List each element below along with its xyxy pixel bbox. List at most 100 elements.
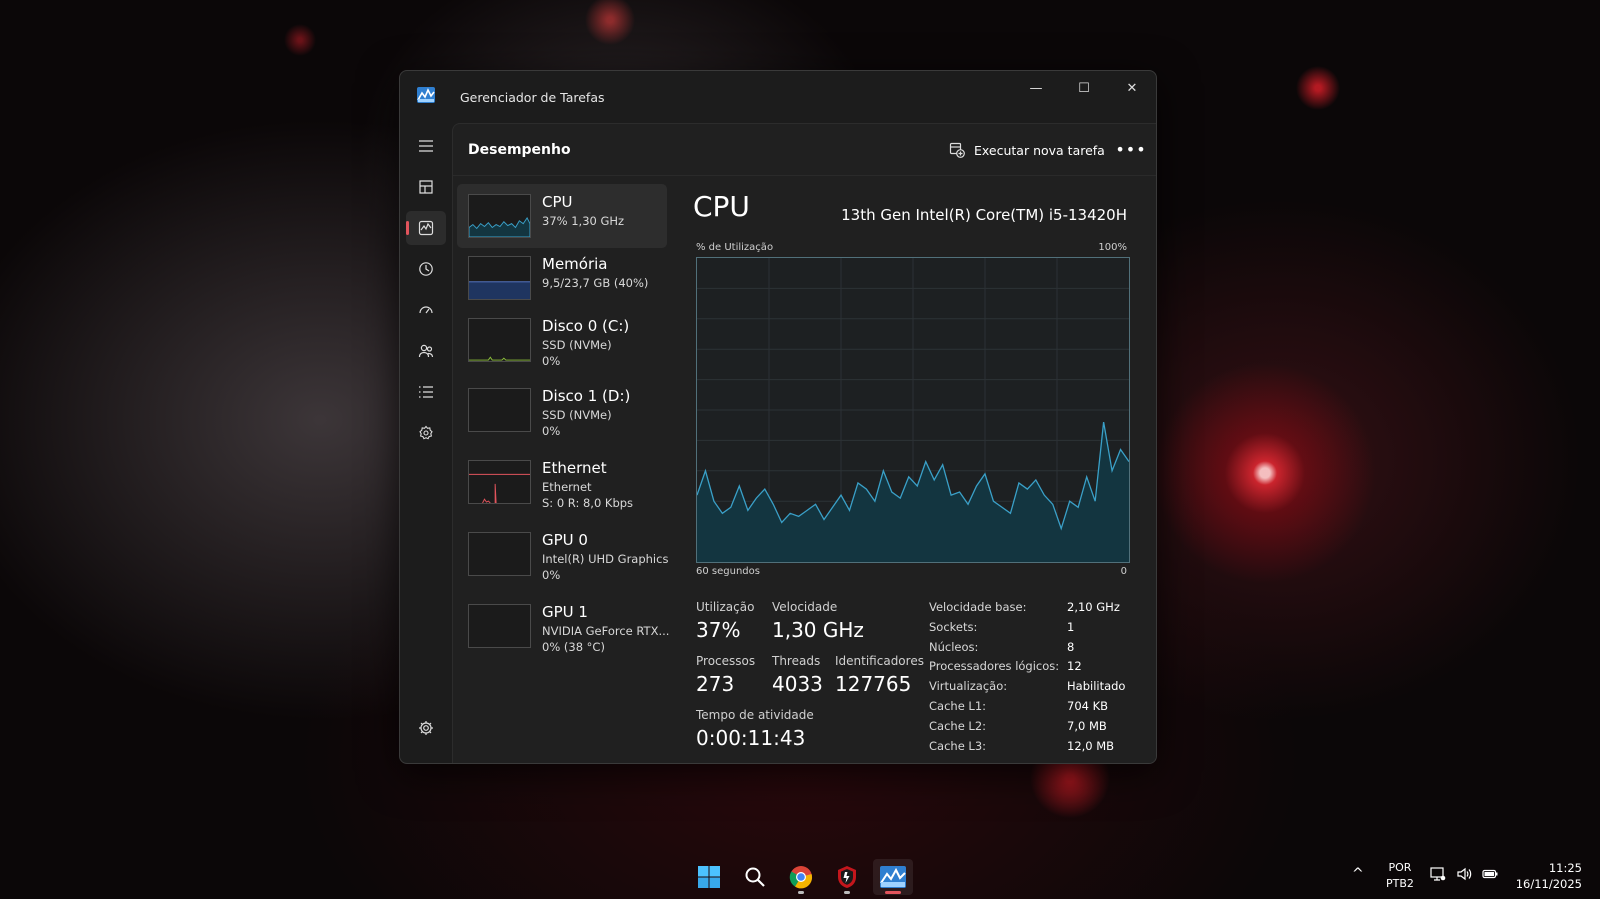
cpu-model: 13th Gen Intel(R) Core(TM) i5-13420H xyxy=(841,206,1127,224)
device-detail-line1: Intel(R) UHD Graphics xyxy=(542,552,669,566)
graph-label-utilization: % de Utilização xyxy=(696,242,774,253)
graph-label-max: 100% xyxy=(1098,242,1127,253)
app-history-icon xyxy=(419,262,433,276)
stat-threads: 4033 xyxy=(772,672,823,696)
nav-settings-button[interactable] xyxy=(406,711,446,745)
device-item-mem-ria[interactable]: Memória 9,5/23,7 GB (40%) xyxy=(457,246,667,310)
device-thumbnail-graph xyxy=(468,460,531,504)
stat-speed: 1,30 GHz xyxy=(772,618,864,642)
run-new-task-button[interactable]: Executar nova tarefa xyxy=(949,139,1105,161)
clock-time: 11:25 xyxy=(1548,861,1582,875)
spec-label: Cache L3: xyxy=(929,738,987,753)
taskbar-task-manager-button[interactable] xyxy=(873,859,913,895)
stat-label-handles: Identificadores xyxy=(835,654,924,668)
cpu-graph-svg xyxy=(697,258,1129,562)
nav-startup-apps-button[interactable] xyxy=(406,293,446,327)
device-item-disco-1-d[interactable]: Disco 1 (D:) SSD (NVMe) 0% xyxy=(457,378,667,442)
window-title: Gerenciador de Tarefas xyxy=(460,90,605,105)
device-detail-line2: 0% xyxy=(542,424,561,438)
device-item-gpu-1[interactable]: GPU 1 NVIDIA GeForce RTX... 0% (38 °C) xyxy=(457,594,670,658)
stat-label-utilization: Utilização xyxy=(696,600,755,614)
device-thumbnail-graph xyxy=(468,256,531,300)
device-name: CPU xyxy=(542,193,573,211)
title-bar[interactable]: Gerenciador de Tarefas — ☐ ✕ xyxy=(400,71,1156,123)
startup-apps-icon xyxy=(419,306,433,314)
spec-label: Núcleos: xyxy=(929,639,979,654)
more-options-button[interactable]: ••• xyxy=(1115,138,1145,160)
device-item-gpu-0[interactable]: GPU 0 Intel(R) UHD Graphics 0% xyxy=(457,522,669,586)
task-manager-app-icon xyxy=(417,87,435,103)
device-item-ethernet[interactable]: Ethernet Ethernet S: 0 R: 8,0 Kbps xyxy=(457,450,667,514)
device-name: Disco 1 (D:) xyxy=(542,387,631,405)
device-thumbnail-graph xyxy=(468,194,531,238)
cpu-title: CPU xyxy=(693,190,750,223)
spec-value: 2,10 GHz xyxy=(1067,600,1120,614)
maximize-button[interactable]: ☐ xyxy=(1060,71,1108,105)
system-tray[interactable] xyxy=(1430,866,1498,882)
minimize-button[interactable]: — xyxy=(1012,71,1060,105)
spec-label: Cache L2: xyxy=(929,718,987,733)
performance-icon xyxy=(418,220,434,236)
hamburger-menu-icon xyxy=(419,140,433,152)
nav-details-button[interactable] xyxy=(406,375,446,409)
users-icon xyxy=(418,344,434,358)
stat-label-uptime: Tempo de atividade xyxy=(696,708,814,722)
stat-label-speed: Velocidade xyxy=(772,600,838,614)
nav-users-button[interactable] xyxy=(406,334,446,368)
active-indicator xyxy=(885,891,901,894)
processes-icon xyxy=(419,180,433,194)
details-icon xyxy=(419,386,433,398)
stat-label-threads: Threads xyxy=(772,654,821,668)
navigation-rail xyxy=(400,123,452,763)
device-detail-line1: Ethernet xyxy=(542,480,592,494)
taskbar-shield-app-button[interactable] xyxy=(827,859,867,895)
start-button[interactable] xyxy=(689,859,729,895)
cpu-utilization-graph[interactable] xyxy=(696,257,1130,563)
device-detail-line1: 37% 1,30 GHz xyxy=(542,214,625,228)
input-language-indicator[interactable]: POR PTB2 xyxy=(1386,860,1414,892)
spec-value: 12 xyxy=(1067,659,1082,674)
close-button[interactable]: ✕ xyxy=(1108,71,1156,105)
spec-label: Cache L1: xyxy=(929,699,987,713)
content-area: Desempenho Executar nova tarefa ••• CPU 3… xyxy=(452,123,1156,763)
device-thumbnail-graph xyxy=(468,388,531,432)
taskbar-search-button[interactable] xyxy=(735,859,775,895)
device-name: GPU 1 xyxy=(542,603,588,621)
gear-icon xyxy=(419,721,433,735)
battery-icon xyxy=(1482,869,1498,879)
spec-value: Habilitado xyxy=(1067,679,1126,694)
spec-label: Virtualização: xyxy=(929,679,1008,694)
running-indicator xyxy=(844,891,850,894)
nav-performance-button[interactable] xyxy=(406,211,446,245)
clock[interactable]: 11:25 16/11/2025 xyxy=(1512,860,1582,892)
close-icon: ✕ xyxy=(1126,80,1138,96)
device-thumbnail-graph xyxy=(468,532,531,576)
device-detail-line1: SSD (NVMe) xyxy=(542,408,612,422)
spec-label: Processadores lógicos: xyxy=(929,659,1060,674)
show-hidden-icons-button[interactable]: ^ xyxy=(1352,866,1364,882)
device-item-cpu[interactable]: CPU 37% 1,30 GHz xyxy=(457,184,667,248)
services-icon xyxy=(419,425,433,440)
device-name: Disco 0 (C:) xyxy=(542,317,630,335)
spec-value: 12,0 MB xyxy=(1067,738,1115,753)
device-detail-line1: NVIDIA GeForce RTX... xyxy=(542,624,670,638)
device-name: Ethernet xyxy=(542,459,607,477)
more-options-icon: ••• xyxy=(1115,139,1147,159)
nav-services-button[interactable] xyxy=(406,416,446,450)
nav-app-history-button[interactable] xyxy=(406,252,446,286)
nav-hamburger-button[interactable] xyxy=(406,129,446,163)
device-detail-line2: 0% (38 °C) xyxy=(542,640,605,654)
language-code: POR xyxy=(1388,861,1412,874)
shield-app-icon xyxy=(838,866,856,888)
page-title: Desempenho xyxy=(468,142,571,158)
stat-label-processes: Processos xyxy=(696,654,756,668)
taskbar-chrome-button[interactable] xyxy=(781,859,821,895)
device-item-disco-0-c[interactable]: Disco 0 (C:) SSD (NVMe) 0% xyxy=(457,308,667,372)
stat-uptime: 0:00:11:43 xyxy=(696,726,806,750)
nav-processes-button[interactable] xyxy=(406,170,446,204)
stat-processes: 273 xyxy=(696,672,735,696)
device-detail-line2: S: 0 R: 8,0 Kbps xyxy=(542,496,634,510)
spec-label: Sockets: xyxy=(929,619,978,634)
network-icon xyxy=(1430,867,1446,881)
spec-value: 8 xyxy=(1067,639,1075,654)
